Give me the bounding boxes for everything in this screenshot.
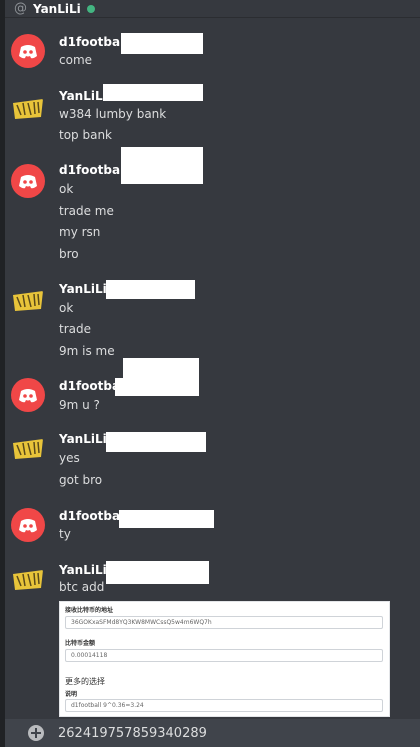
message-text: 9m is me — [59, 344, 115, 358]
message-text: got bro — [59, 473, 103, 487]
message-text: trade — [59, 322, 91, 336]
more-options-label: 更多的选择 — [65, 677, 105, 686]
message-text: yes — [59, 451, 80, 465]
redaction-box — [121, 147, 203, 184]
discord-icon[interactable] — [11, 508, 45, 542]
redaction-box — [106, 280, 195, 299]
server-sidebar-edge — [0, 0, 5, 747]
btc-address-label: 接收比特币的地址 — [65, 607, 114, 614]
btc-amount-label: 比特币金额 — [65, 640, 96, 647]
redaction-box — [119, 510, 214, 528]
message-author[interactable]: YanLiLi — [59, 563, 107, 577]
btc-amount-field: 0.00014118 — [65, 649, 383, 662]
btc-address-field: 36GOKxaSFMd8YQ3KW8MWCssQ5w4m6WQ7h — [65, 616, 383, 629]
message-text: come — [59, 53, 93, 67]
message-text: 9m u ? — [59, 398, 100, 412]
message-author[interactable]: YanLiLi — [59, 89, 107, 103]
message-text: trade me — [59, 204, 114, 218]
message-input-bar: 262419757859340289 — [5, 719, 420, 747]
note-label: 说明 — [65, 691, 78, 698]
discord-icon[interactable] — [11, 378, 45, 412]
message-text: top bank — [59, 128, 113, 142]
redaction-box — [123, 358, 199, 396]
message-text: my rsn — [59, 225, 101, 239]
discord-icon[interactable] — [11, 164, 45, 198]
at-icon: @ — [14, 1, 27, 16]
yanlili-logo[interactable] — [11, 431, 45, 465]
yanlili-logo[interactable] — [11, 91, 45, 125]
dm-username[interactable]: YanLiLi — [33, 2, 81, 16]
redaction-box — [106, 561, 209, 584]
message-text: ty — [59, 527, 71, 541]
note-field: d1football 9^0.36=3.24 — [65, 699, 383, 712]
channel-header: @ YanLiLi — [5, 0, 420, 18]
message-author[interactable]: d1football — [59, 35, 128, 49]
redaction-box — [115, 378, 127, 396]
message-author[interactable]: YanLiLi — [59, 282, 107, 296]
redaction-box — [106, 432, 206, 452]
message-text: w384 lumby bank — [59, 107, 167, 121]
message-text: ok — [59, 182, 74, 196]
redaction-box — [103, 84, 203, 101]
message-author[interactable]: d1football — [59, 163, 128, 177]
message-author[interactable]: YanLiLi — [59, 432, 107, 446]
btc-form-image[interactable]: 接收比特币的地址 36GOKxaSFMd8YQ3KW8MWCssQ5w4m6WQ… — [59, 601, 390, 717]
yanlili-logo[interactable] — [11, 562, 45, 596]
discord-icon[interactable] — [11, 34, 45, 68]
message-author[interactable]: d1football — [59, 509, 128, 523]
message-text: ok — [59, 301, 74, 315]
message-text: btc add — [59, 580, 105, 594]
redaction-box — [121, 33, 203, 54]
yanlili-logo[interactable] — [11, 283, 45, 317]
add-attachment-icon[interactable] — [28, 725, 44, 741]
online-status-icon — [86, 4, 95, 13]
message-text: bro — [59, 247, 79, 261]
message-input[interactable]: 262419757859340289 — [58, 726, 207, 741]
